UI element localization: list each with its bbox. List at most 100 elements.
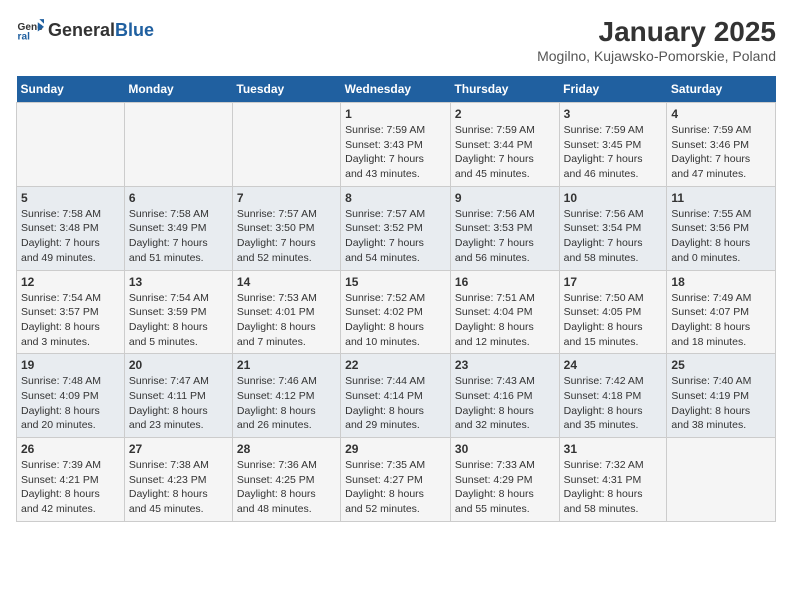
day-info: Sunrise: 7:55 AM Sunset: 3:56 PM Dayligh… (671, 207, 771, 266)
day-number: 25 (671, 358, 771, 372)
day-number: 31 (564, 442, 663, 456)
header-sunday: Sunday (17, 76, 125, 103)
day-info: Sunrise: 7:56 AM Sunset: 3:54 PM Dayligh… (564, 207, 663, 266)
day-number: 12 (21, 275, 120, 289)
calendar-week-row: 5 Sunrise: 7:58 AM Sunset: 3:48 PM Daylig… (17, 186, 776, 270)
day-number: 10 (564, 191, 663, 205)
day-number: 26 (21, 442, 120, 456)
day-number: 28 (237, 442, 336, 456)
day-info: Sunrise: 7:49 AM Sunset: 4:07 PM Dayligh… (671, 291, 771, 350)
day-info: Sunrise: 7:47 AM Sunset: 4:11 PM Dayligh… (129, 374, 228, 433)
calendar-header-row: SundayMondayTuesdayWednesdayThursdayFrid… (17, 76, 776, 103)
calendar-cell: 27 Sunrise: 7:38 AM Sunset: 4:23 PM Dayli… (124, 438, 232, 522)
calendar-cell: 19 Sunrise: 7:48 AM Sunset: 4:09 PM Dayli… (17, 354, 125, 438)
day-number: 30 (455, 442, 555, 456)
calendar-cell: 3 Sunrise: 7:59 AM Sunset: 3:45 PM Daylig… (559, 103, 667, 187)
day-number: 2 (455, 107, 555, 121)
day-number: 23 (455, 358, 555, 372)
day-number: 7 (237, 191, 336, 205)
calendar-cell: 16Sunrise: 7:51 AM Sunset: 4:04 PM Dayli… (450, 270, 559, 354)
day-info: Sunrise: 7:44 AM Sunset: 4:14 PM Dayligh… (345, 374, 446, 433)
day-info: Sunrise: 7:40 AM Sunset: 4:19 PM Dayligh… (671, 374, 771, 433)
day-info: Sunrise: 7:59 AM Sunset: 3:45 PM Dayligh… (564, 123, 663, 182)
calendar-cell: 17Sunrise: 7:50 AM Sunset: 4:05 PM Dayli… (559, 270, 667, 354)
calendar-cell (124, 103, 232, 187)
header-thursday: Thursday (450, 76, 559, 103)
day-number: 22 (345, 358, 446, 372)
header-monday: Monday (124, 76, 232, 103)
logo: Gene ral GeneralBlue (16, 16, 154, 44)
day-info: Sunrise: 7:48 AM Sunset: 4:09 PM Dayligh… (21, 374, 120, 433)
day-info: Sunrise: 7:51 AM Sunset: 4:04 PM Dayligh… (455, 291, 555, 350)
day-number: 11 (671, 191, 771, 205)
day-number: 19 (21, 358, 120, 372)
page-title: January 2025 (537, 16, 776, 48)
calendar-cell: 14 Sunrise: 7:53 AM Sunset: 4:01 PM Dayli… (232, 270, 340, 354)
calendar-cell: 25 Sunrise: 7:40 AM Sunset: 4:19 PM Dayli… (667, 354, 776, 438)
page-subtitle: Mogilno, Kujawsko-Pomorskie, Poland (537, 48, 776, 64)
day-info: Sunrise: 7:33 AM Sunset: 4:29 PM Dayligh… (455, 458, 555, 517)
day-number: 24 (564, 358, 663, 372)
day-number: 13 (129, 275, 228, 289)
calendar-cell: 11 Sunrise: 7:55 AM Sunset: 3:56 PM Dayli… (667, 186, 776, 270)
calendar-cell: 7Sunrise: 7:57 AM Sunset: 3:50 PM Daylig… (232, 186, 340, 270)
calendar-cell (17, 103, 125, 187)
calendar-cell: 2 Sunrise: 7:59 AM Sunset: 3:44 PM Daylig… (450, 103, 559, 187)
day-number: 20 (129, 358, 228, 372)
title-block: January 2025 Mogilno, Kujawsko-Pomorskie… (537, 16, 776, 64)
header-saturday: Saturday (667, 76, 776, 103)
calendar-table: SundayMondayTuesdayWednesdayThursdayFrid… (16, 76, 776, 522)
day-info: Sunrise: 7:59 AM Sunset: 3:44 PM Dayligh… (455, 123, 555, 182)
calendar-cell: 28 Sunrise: 7:36 AM Sunset: 4:25 PM Dayli… (232, 438, 340, 522)
day-number: 3 (564, 107, 663, 121)
day-info: Sunrise: 7:57 AM Sunset: 3:52 PM Dayligh… (345, 207, 446, 266)
calendar-cell: 1Sunrise: 7:59 AM Sunset: 3:43 PM Daylig… (341, 103, 451, 187)
header-wednesday: Wednesday (341, 76, 451, 103)
calendar-cell: 30 Sunrise: 7:33 AM Sunset: 4:29 PM Dayli… (450, 438, 559, 522)
day-number: 15 (345, 275, 446, 289)
day-number: 21 (237, 358, 336, 372)
calendar-week-row: 26Sunrise: 7:39 AM Sunset: 4:21 PM Dayli… (17, 438, 776, 522)
day-number: 9 (455, 191, 555, 205)
day-info: Sunrise: 7:35 AM Sunset: 4:27 PM Dayligh… (345, 458, 446, 517)
calendar-cell: 18Sunrise: 7:49 AM Sunset: 4:07 PM Dayli… (667, 270, 776, 354)
calendar-cell: 26Sunrise: 7:39 AM Sunset: 4:21 PM Dayli… (17, 438, 125, 522)
day-number: 27 (129, 442, 228, 456)
day-info: Sunrise: 7:52 AM Sunset: 4:02 PM Dayligh… (345, 291, 446, 350)
calendar-cell: 8 Sunrise: 7:57 AM Sunset: 3:52 PM Daylig… (341, 186, 451, 270)
day-info: Sunrise: 7:53 AM Sunset: 4:01 PM Dayligh… (237, 291, 336, 350)
logo-text-blue: Blue (115, 20, 154, 41)
calendar-cell (667, 438, 776, 522)
day-info: Sunrise: 7:36 AM Sunset: 4:25 PM Dayligh… (237, 458, 336, 517)
header-tuesday: Tuesday (232, 76, 340, 103)
calendar-cell: 4Sunrise: 7:59 AM Sunset: 3:46 PM Daylig… (667, 103, 776, 187)
calendar-cell: 24 Sunrise: 7:42 AM Sunset: 4:18 PM Dayli… (559, 354, 667, 438)
calendar-cell: 29 Sunrise: 7:35 AM Sunset: 4:27 PM Dayli… (341, 438, 451, 522)
day-number: 8 (345, 191, 446, 205)
calendar-cell: 20 Sunrise: 7:47 AM Sunset: 4:11 PM Dayli… (124, 354, 232, 438)
day-info: Sunrise: 7:42 AM Sunset: 4:18 PM Dayligh… (564, 374, 663, 433)
day-info: Sunrise: 7:46 AM Sunset: 4:12 PM Dayligh… (237, 374, 336, 433)
day-number: 14 (237, 275, 336, 289)
svg-text:ral: ral (18, 31, 31, 42)
day-info: Sunrise: 7:38 AM Sunset: 4:23 PM Dayligh… (129, 458, 228, 517)
page-header: Gene ral GeneralBlue January 2025 Mogiln… (16, 16, 776, 64)
calendar-cell: 22 Sunrise: 7:44 AM Sunset: 4:14 PM Dayli… (341, 354, 451, 438)
calendar-cell: 5 Sunrise: 7:58 AM Sunset: 3:48 PM Daylig… (17, 186, 125, 270)
calendar-cell: 12Sunrise: 7:54 AM Sunset: 3:57 PM Dayli… (17, 270, 125, 354)
day-info: Sunrise: 7:43 AM Sunset: 4:16 PM Dayligh… (455, 374, 555, 433)
day-number: 5 (21, 191, 120, 205)
day-number: 29 (345, 442, 446, 456)
calendar-cell: 15 Sunrise: 7:52 AM Sunset: 4:02 PM Dayli… (341, 270, 451, 354)
calendar-cell (232, 103, 340, 187)
calendar-cell: 23 Sunrise: 7:43 AM Sunset: 4:16 PM Dayli… (450, 354, 559, 438)
calendar-cell: 13Sunrise: 7:54 AM Sunset: 3:59 PM Dayli… (124, 270, 232, 354)
day-info: Sunrise: 7:50 AM Sunset: 4:05 PM Dayligh… (564, 291, 663, 350)
day-info: Sunrise: 7:58 AM Sunset: 3:49 PM Dayligh… (129, 207, 228, 266)
logo-icon: Gene ral (16, 16, 44, 44)
day-info: Sunrise: 7:58 AM Sunset: 3:48 PM Dayligh… (21, 207, 120, 266)
day-number: 1 (345, 107, 446, 121)
day-info: Sunrise: 7:56 AM Sunset: 3:53 PM Dayligh… (455, 207, 555, 266)
calendar-week-row: 12Sunrise: 7:54 AM Sunset: 3:57 PM Dayli… (17, 270, 776, 354)
calendar-cell: 31Sunrise: 7:32 AM Sunset: 4:31 PM Dayli… (559, 438, 667, 522)
